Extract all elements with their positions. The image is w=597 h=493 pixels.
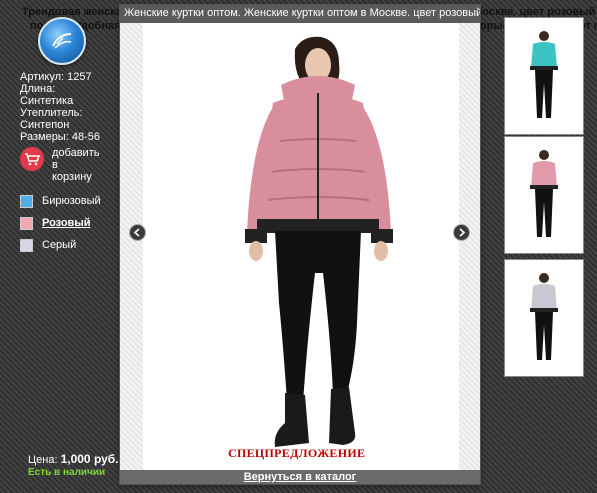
product-info: Артикул: 1257 Длина: Синтетика Утеплител… — [20, 71, 120, 143]
insulation-value: Синтепон — [20, 119, 70, 131]
lightbox-title: Женские куртки оптом. Женские куртки опт… — [120, 5, 480, 23]
add-to-cart-button[interactable]: добавить в корзину — [20, 147, 112, 183]
color-label: Розовый — [42, 217, 91, 229]
thumbnail-gray[interactable] — [504, 259, 584, 377]
cart-icon — [20, 147, 44, 171]
color-swatch — [20, 238, 33, 252]
previous-image-button[interactable] — [129, 224, 146, 241]
length-label: Длина: — [20, 83, 56, 95]
insulation-label: Утеплитель: — [20, 107, 83, 119]
back-to-catalog-link[interactable]: Вернуться в каталог — [244, 471, 357, 483]
model-thumbnail-icon — [530, 31, 558, 118]
model-thumbnail-icon — [530, 273, 558, 360]
lightbox-border-left — [120, 23, 143, 471]
thumbnail-turquoise[interactable] — [504, 17, 584, 135]
color-option-gray[interactable]: Серый — [20, 238, 101, 252]
color-label: Серый — [42, 239, 77, 251]
model-thumbnail-icon — [530, 150, 558, 237]
sizes: Размеры: 48-56 — [20, 131, 100, 143]
color-swatch — [20, 194, 33, 208]
length-value: Синтетика — [20, 95, 74, 107]
color-option-pink[interactable]: Розовый — [20, 216, 101, 230]
image-lightbox: Женские куртки оптом. Женские куртки опт… — [120, 5, 480, 484]
next-image-button[interactable] — [453, 224, 470, 241]
lightbox-footer: Вернуться в каталог — [120, 470, 480, 484]
color-options: Бирюзовый Розовый Серый — [20, 194, 101, 260]
price-value: 1,000 руб. — [60, 452, 119, 466]
product-photo — [143, 23, 459, 471]
color-option-turquoise[interactable]: Бирюзовый — [20, 194, 101, 208]
color-swatch — [20, 216, 33, 230]
add-to-cart-label: добавить в корзину — [52, 147, 100, 183]
lightbox-border-right — [459, 23, 480, 471]
model-photo-icon — [245, 36, 393, 447]
color-label: Бирюзовый — [42, 195, 101, 207]
chevron-left-icon — [133, 228, 140, 237]
logo-swoosh-icon — [52, 33, 72, 49]
stock-status: Есть в наличии — [28, 467, 106, 478]
thumbnail-pink[interactable] — [504, 136, 584, 254]
price-label: Цена: — [28, 454, 58, 466]
chevron-right-icon — [459, 228, 466, 237]
special-offer-label: СПЕЦПРЕДЛОЖЕНИЕ — [228, 446, 366, 460]
article-number: Артикул: 1257 — [20, 71, 92, 83]
price: Цена: 1,000 руб. — [28, 452, 119, 466]
site-logo[interactable] — [38, 17, 86, 65]
